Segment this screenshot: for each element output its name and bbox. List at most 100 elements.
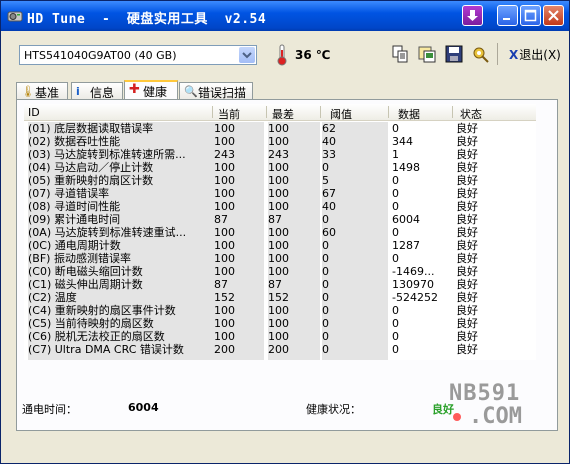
table-header: ID 当前 最差 阈值 数据 状态	[24, 104, 536, 121]
table-cell-id: (03) 马达旋转到标准转速所需...	[28, 148, 214, 161]
table-cell-thr: 0	[322, 278, 329, 291]
table-cell-st: 良好	[456, 200, 478, 213]
table-cell-data: 6004	[392, 213, 420, 226]
table-cell-thr: 0	[322, 252, 329, 265]
table-row[interactable]: (C5) 当前待映射的扇区数 100 100 0 0 良好	[24, 317, 536, 330]
table-row[interactable]: (C6) 脱机无法校正的扇区数 100 100 0 0 良好	[24, 330, 536, 343]
magnifier-icon: 🔍	[184, 85, 198, 98]
table-row[interactable]: (04) 马达启动／停止计数 100 100 0 1498 良好	[24, 161, 536, 174]
download-button[interactable]	[462, 5, 483, 26]
table-cell-st: 良好	[456, 187, 478, 200]
table-row[interactable]: (02) 数据吞吐性能 100 100 40 344 良好	[24, 135, 536, 148]
table-cell-data: 1498	[392, 161, 420, 174]
table-cell-data: 0	[392, 187, 399, 200]
maximize-button[interactable]	[520, 5, 541, 26]
column-header-id[interactable]: ID	[28, 106, 40, 119]
table-row[interactable]: (C0) 断电磁头缩回计数 100 100 0 -1469... 良好	[24, 265, 536, 278]
minimize-button[interactable]	[497, 5, 518, 26]
minimize-icon	[503, 18, 510, 20]
table-cell-cur: 152	[214, 291, 235, 304]
table-cell-cur: 87	[214, 213, 228, 226]
table-cell-data: 344	[392, 135, 413, 148]
table-row[interactable]: (03) 马达旋转到标准转速所需... 243 243 33 1 良好	[24, 148, 536, 161]
table-cell-worst: 100	[268, 252, 289, 265]
table-cell-st: 良好	[456, 278, 478, 291]
table-cell-id: (C4) 重新映射的扇区事件计数	[28, 304, 214, 317]
table-cell-cur: 100	[214, 200, 235, 213]
table-row[interactable]: (01) 底层数据读取错误率 100 100 62 0 良好	[24, 122, 536, 135]
table-row[interactable]: (BF) 振动感测错误率 100 100 0 0 良好	[24, 252, 536, 265]
info-icon: i	[76, 85, 80, 98]
arrow-down-icon	[467, 10, 478, 21]
table-cell-cur: 100	[214, 187, 235, 200]
table-cell-data: 0	[392, 330, 399, 343]
copy-screenshot-icon[interactable]	[417, 44, 437, 64]
column-header-worst[interactable]: 最差	[272, 106, 294, 122]
table-cell-cur: 100	[214, 330, 235, 343]
table-row[interactable]: (0A) 马达旋转到标准转速重试... 100 100 60 0 良好	[24, 226, 536, 239]
table-row[interactable]: (09) 累计通电时间 87 87 0 6004 良好	[24, 213, 536, 226]
table-cell-worst: 152	[268, 291, 289, 304]
close-button[interactable]	[543, 5, 564, 26]
column-header-status[interactable]: 状态	[460, 106, 482, 122]
table-row[interactable]: (C2) 温度 152 152 0 -524252 良好	[24, 291, 536, 304]
table-cell-data: 1	[392, 148, 399, 161]
table-cell-cur: 100	[214, 174, 235, 187]
close-icon	[548, 10, 559, 21]
tab-info[interactable]: i 信息	[71, 82, 123, 100]
table-cell-cur: 243	[214, 148, 235, 161]
copy-icon[interactable]	[390, 44, 410, 64]
exit-label: 退出(X)	[519, 48, 561, 62]
table-row[interactable]: (C1) 磁头伸出周期计数 87 87 0 130970 良好	[24, 278, 536, 291]
tab-error-scan[interactable]: 🔍 错误扫描	[179, 82, 253, 100]
column-header-data[interactable]: 数据	[398, 106, 420, 122]
table-cell-worst: 87	[268, 278, 282, 291]
drive-select[interactable]: HTS541040G9AT00 (40 GB)	[19, 45, 257, 65]
table-cell-st: 良好	[456, 252, 478, 265]
thermometer-icon: 🌡	[21, 85, 35, 98]
smart-table[interactable]: ID 当前 最差 阈值 数据 状态 (01) 底层数据读取错误率 100 100 62…	[24, 104, 536, 360]
table-cell-st: 良好	[456, 122, 478, 135]
table-cell-thr: 40	[322, 200, 336, 213]
column-header-current[interactable]: 当前	[218, 106, 240, 122]
power-on-value: 6004	[128, 401, 159, 414]
table-cell-data: 0	[392, 252, 399, 265]
table-cell-id: (C0) 断电磁头缩回计数	[28, 265, 214, 278]
table-cell-worst: 100	[268, 200, 289, 213]
table-cell-st: 良好	[456, 291, 478, 304]
table-cell-thr: 40	[322, 135, 336, 148]
table-cell-data: 0	[392, 122, 399, 135]
table-row[interactable]: (C7) Ultra DMA CRC 错误计数 200 200 0 0 良好	[24, 343, 536, 356]
chevron-down-icon[interactable]	[239, 47, 255, 63]
table-cell-cur: 100	[214, 265, 235, 278]
tab-health[interactable]: ✚ 健康	[124, 80, 178, 100]
table-cell-worst: 100	[268, 226, 289, 239]
table-cell-thr: 0	[322, 343, 329, 356]
table-cell-worst: 100	[268, 265, 289, 278]
table-row[interactable]: (0C) 通电周期计数 100 100 0 1287 良好	[24, 239, 536, 252]
table-cell-id: (07) 寻道错误率	[28, 187, 214, 200]
column-header-threshold[interactable]: 阈值	[330, 106, 352, 122]
temperature-value: 36 ℃	[295, 48, 331, 62]
table-row[interactable]: (05) 重新映射的扇区计数 100 100 5 0 良好	[24, 174, 536, 187]
tab-benchmark[interactable]: 🌡 基准	[16, 82, 68, 100]
table-cell-data: 1287	[392, 239, 420, 252]
table-cell-worst: 100	[268, 135, 289, 148]
table-row[interactable]: (08) 寻道时间性能 100 100 40 0 良好	[24, 200, 536, 213]
tab-label: 错误扫描	[198, 86, 247, 100]
save-icon[interactable]	[444, 44, 464, 64]
title-bar[interactable]: HD Tune - 硬盘实用工具 v2.54	[1, 1, 569, 31]
table-row[interactable]: (07) 寻道错误率 100 100 67 0 良好	[24, 187, 536, 200]
table-cell-cur: 100	[214, 304, 235, 317]
table-cell-data: -524252	[392, 291, 438, 304]
table-cell-data: 0	[392, 174, 399, 187]
column-divider	[212, 106, 213, 118]
table-cell-id: (08) 寻道时间性能	[28, 200, 214, 213]
table-cell-id: (09) 累计通电时间	[28, 213, 214, 226]
exit-button[interactable]: X退出(X)	[509, 46, 561, 64]
table-cell-thr: 60	[322, 226, 336, 239]
table-cell-worst: 100	[268, 239, 289, 252]
table-row[interactable]: (C4) 重新映射的扇区事件计数 100 100 0 0 良好	[24, 304, 536, 317]
options-icon[interactable]	[471, 44, 491, 64]
table-cell-id: (C2) 温度	[28, 291, 214, 304]
